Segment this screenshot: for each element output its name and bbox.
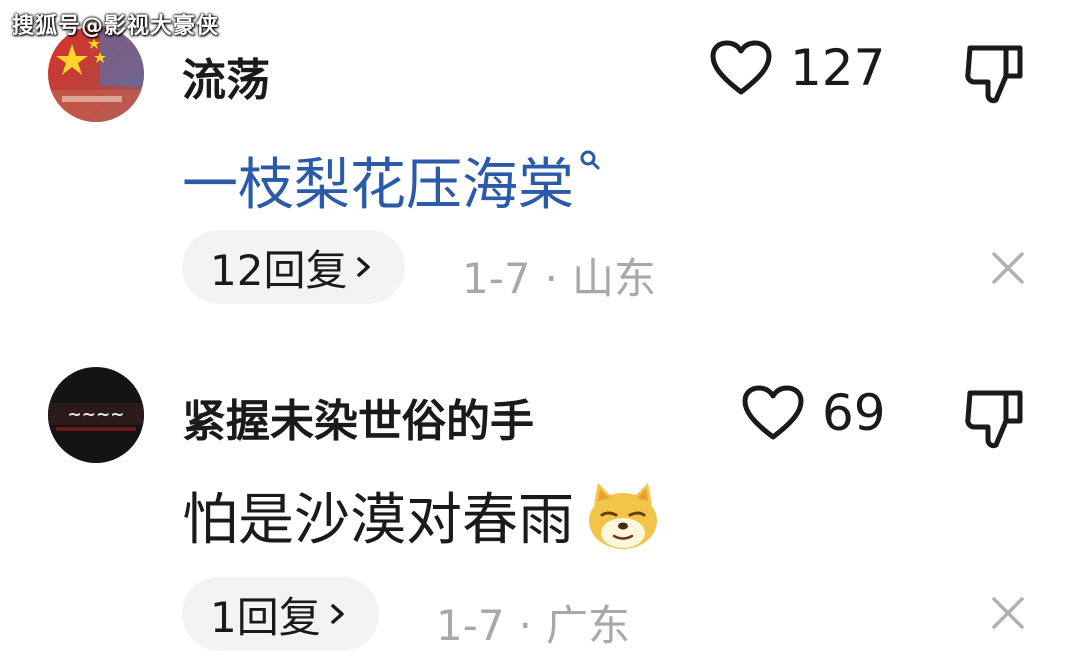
close-icon[interactable]: [990, 250, 1026, 286]
close-icon[interactable]: [990, 595, 1026, 631]
comment-location: 广东: [545, 601, 630, 650]
comment-meta: 1-7 · 广东: [436, 601, 630, 650]
search-icon[interactable]: [578, 148, 602, 172]
like-button[interactable]: 69: [742, 385, 886, 441]
thumbs-down-icon[interactable]: [962, 387, 1026, 449]
comment-location: 山东: [571, 254, 656, 303]
comment-feed: 搜狐号@影视大豪侠 流荡 127 一枝梨花压海棠 12回复 1-7 · 山东 ~…: [0, 0, 1080, 662]
comment-text-content: 怕是沙漠对春雨: [182, 488, 574, 553]
heart-icon: [742, 385, 804, 440]
like-count: 127: [790, 39, 886, 97]
username[interactable]: 流荡: [182, 44, 270, 108]
thumbs-down-icon[interactable]: [962, 42, 1026, 104]
comment-item: ~~~~ 紧握未染世俗的手 69 怕是沙漠对春雨 1回复 1-7 · 广东: [0, 345, 1080, 662]
comment-text: 怕是沙漠对春雨: [182, 475, 662, 556]
doge-emoji-icon: [589, 482, 657, 549]
dark-logo-avatar-icon: ~~~~: [48, 367, 144, 463]
reply-count-button[interactable]: 12回复: [182, 230, 406, 304]
comment-meta: 1-7 · 山东: [462, 254, 656, 303]
watermark: 搜狐号@影视大豪侠: [12, 14, 220, 39]
heart-icon: [710, 40, 772, 95]
like-count: 69: [822, 384, 886, 442]
comment-date: 1-7: [462, 254, 531, 303]
reply-count: 1回复: [210, 592, 321, 642]
svg-text:~~~~: ~~~~: [68, 405, 125, 425]
chevron-right-icon: [330, 604, 344, 624]
comment-text: 一枝梨花压海棠: [182, 140, 602, 221]
like-button[interactable]: 127: [710, 40, 885, 96]
reply-count-button[interactable]: 1回复: [182, 577, 379, 651]
comment-date: 1-7: [436, 601, 505, 650]
reply-count: 12回复: [210, 245, 348, 295]
flag-avatar-icon: [48, 26, 144, 122]
avatar[interactable]: [48, 26, 144, 122]
chevron-right-icon: [357, 257, 371, 277]
avatar[interactable]: ~~~~: [48, 367, 144, 463]
comment-item: 流荡 127 一枝梨花压海棠 12回复 1-7 · 山东: [0, 0, 1080, 330]
username[interactable]: 紧握未染世俗的手: [182, 385, 534, 449]
comment-text-link[interactable]: 一枝梨花压海棠: [182, 140, 574, 221]
